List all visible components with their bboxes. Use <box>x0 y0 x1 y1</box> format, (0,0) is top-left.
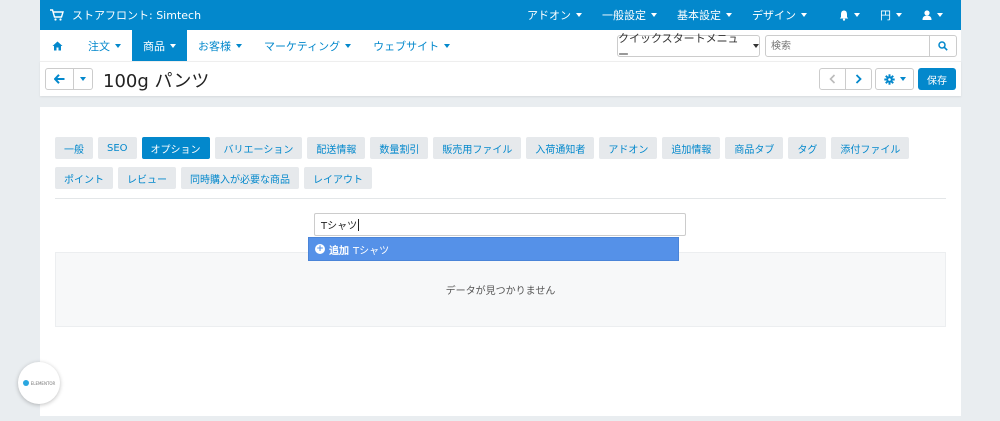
nav-marketing-label: マーケティング <box>264 39 341 53</box>
tab-variations[interactable]: バリエーション <box>214 137 303 159</box>
tab-tags[interactable]: タグ <box>788 137 827 159</box>
tab-general[interactable]: 一般 <box>55 137 93 159</box>
option-search-input[interactable]: Tシャツ <box>314 213 686 236</box>
chevron-down-icon <box>726 13 732 17</box>
basic-settings-menu[interactable]: 基本設定 <box>667 0 742 30</box>
currency-label: 円 <box>880 9 891 22</box>
tab-files[interactable]: 販売用ファイル <box>433 137 522 159</box>
chevron-down-icon <box>444 43 451 48</box>
nav-website[interactable]: ウェブサイト <box>362 30 461 61</box>
user-icon <box>922 10 932 20</box>
chevron-down-icon <box>896 13 902 17</box>
nav-products[interactable]: 商品 <box>132 30 187 61</box>
chevron-down-icon <box>80 77 86 81</box>
tab-quantity-discounts[interactable]: 数量割引 <box>370 137 429 159</box>
chevron-down-icon <box>801 13 807 17</box>
search-icon <box>938 41 948 51</box>
design-menu-label: デザイン <box>752 9 796 22</box>
logo-dot-icon <box>22 380 29 386</box>
suggestion-action: 追加 <box>329 245 349 257</box>
plus-circle-icon: + <box>315 244 325 254</box>
tab-shipping[interactable]: 配送情報 <box>307 137 366 159</box>
text-cursor <box>358 218 360 231</box>
nav-orders-label: 注文 <box>88 39 110 53</box>
save-button[interactable]: 保存 <box>918 68 956 90</box>
nav-customers-label: お客様 <box>198 39 231 53</box>
top-bar: ストアフロント: Simtech アドオン 一般設定 基本設定 デザイン 円 <box>40 0 961 30</box>
tab-layout[interactable]: レイアウト <box>304 167 372 189</box>
tab-reward-points[interactable]: ポイント <box>55 167 113 189</box>
chevron-down-icon <box>753 44 759 48</box>
tab-subscribers[interactable]: 入荷通知者 <box>526 137 595 159</box>
back-button[interactable] <box>46 69 74 89</box>
general-settings-label: 一般設定 <box>602 9 646 22</box>
suggestion-text: Tシャツ <box>353 245 390 257</box>
addons-menu-label: アドオン <box>527 9 571 22</box>
chevron-down-icon <box>115 43 121 48</box>
tab-options[interactable]: オプション <box>141 137 210 159</box>
currency-menu[interactable]: 円 <box>870 0 912 30</box>
product-editor-panel: 一般 SEO オプション バリエーション 配送情報 数量割引 販売用ファイル 入… <box>40 107 961 416</box>
widget-logo: ELEMENTOR <box>22 380 56 386</box>
tab-addons[interactable]: アドオン <box>599 137 658 159</box>
chevron-down-icon <box>170 43 176 48</box>
storefront-label: ストアフロント: Simtech <box>72 9 202 22</box>
next-product-button[interactable] <box>846 69 871 89</box>
arrow-left-icon <box>54 74 65 84</box>
home-button[interactable] <box>40 30 77 61</box>
tab-reviews[interactable]: レビュー <box>118 167 176 189</box>
nav-website-label: ウェブサイト <box>373 39 440 53</box>
nav-marketing[interactable]: マーケティング <box>253 30 362 61</box>
quickstart-label: クイックスタートメニュー <box>618 32 739 61</box>
title-bar: 100g パンツ 保存 <box>40 61 961 96</box>
general-settings-menu[interactable]: 一般設定 <box>592 0 667 30</box>
chevron-right-icon <box>855 74 862 84</box>
tab-required-products[interactable]: 同時購入が必要な商品 <box>181 167 299 189</box>
search-input[interactable] <box>766 36 930 56</box>
bell-icon <box>839 10 849 21</box>
nav-customers[interactable]: お客様 <box>187 30 253 61</box>
widget-logo-text: ELEMENTOR <box>30 380 56 386</box>
settings-dropdown-button[interactable] <box>875 68 914 90</box>
tab-product-tabs[interactable]: 商品タブ <box>725 137 784 159</box>
chevron-down-icon <box>236 43 242 48</box>
quickstart-menu-button[interactable]: クイックスタートメニュー <box>617 32 760 61</box>
chevron-down-icon <box>651 13 657 17</box>
gear-icon <box>883 73 895 85</box>
storefront-link[interactable]: ストアフロント: Simtech <box>40 7 201 23</box>
page-title: 100g パンツ <box>103 71 210 92</box>
chevron-down-icon <box>576 13 582 17</box>
previous-product-button[interactable] <box>820 69 846 89</box>
notifications-menu[interactable] <box>817 0 870 30</box>
tab-features[interactable]: 追加情報 <box>662 137 721 159</box>
nav-orders[interactable]: 注文 <box>77 30 132 61</box>
chevron-down-icon <box>345 43 352 48</box>
tab-seo[interactable]: SEO <box>98 137 137 159</box>
back-button-group <box>45 68 93 90</box>
divider <box>55 198 946 199</box>
home-icon <box>52 41 63 50</box>
empty-message: データが見つかりません <box>445 286 556 297</box>
empty-state: データが見つかりません <box>55 252 946 327</box>
nav-products-label: 商品 <box>143 39 165 53</box>
chevron-down-icon <box>937 13 943 17</box>
main-nav: 注文 商品 お客様 マーケティング ウェブサイト クイックスタートメニュー <box>40 30 961 61</box>
option-search-value: Tシャツ <box>321 221 358 232</box>
tab-attachments[interactable]: 添付ファイル <box>831 137 910 159</box>
prev-next-group <box>819 68 872 90</box>
chevron-down-icon <box>899 77 906 81</box>
cart-icon <box>50 9 64 21</box>
search-button[interactable] <box>929 36 956 56</box>
design-menu[interactable]: デザイン <box>742 0 817 30</box>
floating-widget-button[interactable]: ELEMENTOR <box>18 362 60 404</box>
search-box <box>765 35 957 57</box>
chevron-down-icon <box>854 13 860 17</box>
addons-menu[interactable]: アドオン <box>517 0 592 30</box>
user-menu[interactable] <box>912 0 961 30</box>
basic-settings-label: 基本設定 <box>677 9 721 22</box>
back-dropdown-button[interactable] <box>74 69 92 89</box>
chevron-left-icon <box>829 74 836 84</box>
add-option-suggestion[interactable]: + 追加 Tシャツ <box>308 237 679 261</box>
product-tabs: 一般 SEO オプション バリエーション 配送情報 数量割引 販売用ファイル 入… <box>55 137 935 189</box>
